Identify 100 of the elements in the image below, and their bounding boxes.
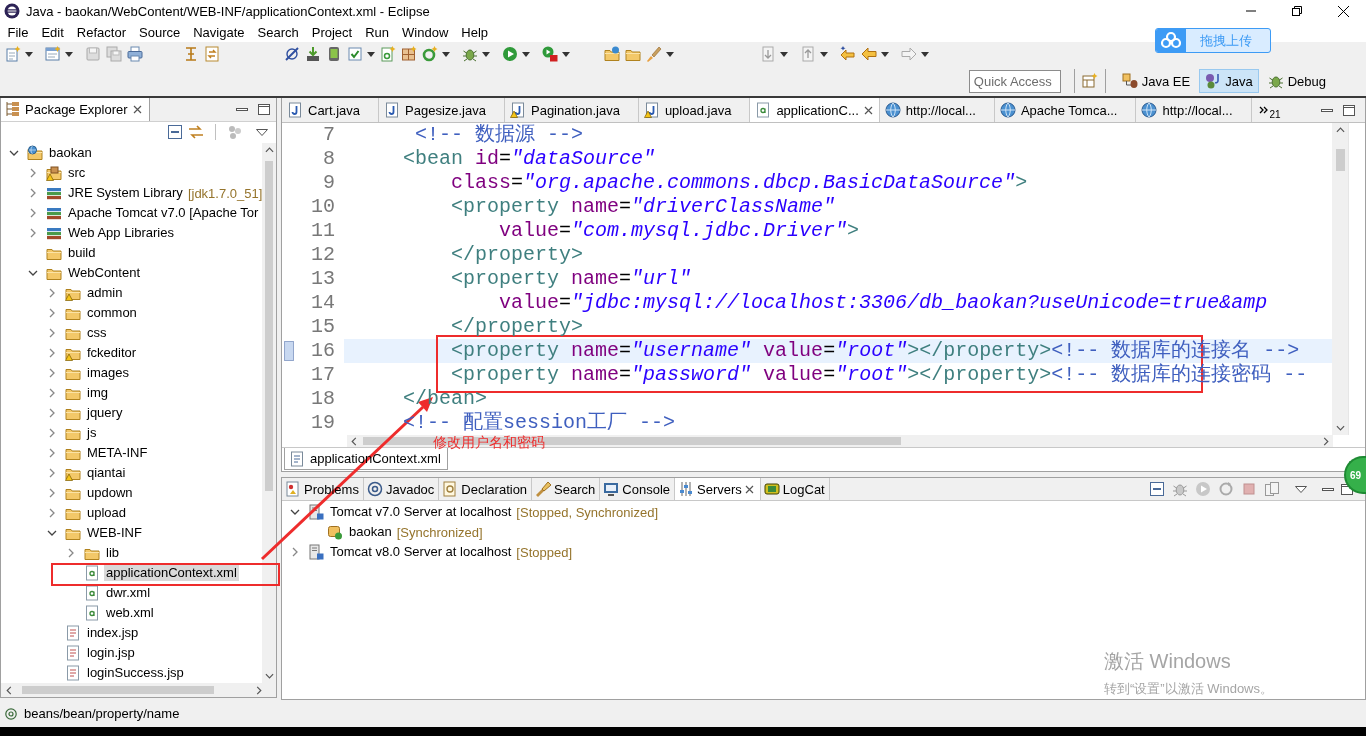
horizontal-scrollbar[interactable] bbox=[347, 435, 1333, 447]
tree-item[interactable]: baokan bbox=[47, 145, 94, 162]
menu-item[interactable]: Navigate bbox=[186, 24, 251, 40]
tree-item[interactable]: fckeditor bbox=[85, 345, 139, 362]
chevron-right-icon[interactable] bbox=[47, 508, 57, 519]
restart-icon[interactable] bbox=[1218, 481, 1234, 497]
view-menu-icon[interactable] bbox=[256, 128, 268, 136]
editor-tab[interactable]: http://local... bbox=[1136, 98, 1252, 122]
chevron-down-icon[interactable] bbox=[264, 673, 274, 680]
menu-item[interactable]: Refactor bbox=[70, 24, 133, 40]
maximize-icon[interactable] bbox=[258, 103, 270, 115]
checkbox-icon[interactable] bbox=[347, 46, 363, 62]
perspective-button[interactable]: Debug bbox=[1261, 69, 1332, 93]
minimize-icon[interactable] bbox=[1322, 487, 1334, 491]
chevron-down-icon[interactable] bbox=[290, 507, 300, 517]
tree-item[interactable]: img bbox=[85, 385, 110, 402]
download-icon[interactable] bbox=[305, 46, 321, 62]
dots-icon[interactable] bbox=[227, 124, 243, 141]
restore-icon[interactable] bbox=[1292, 6, 1302, 16]
tree-item[interactable]: META-INF bbox=[85, 445, 150, 462]
phone-icon[interactable] bbox=[326, 46, 342, 62]
tab-overflow-button[interactable]: 21 bbox=[1254, 98, 1285, 122]
editor-tab[interactable]: Apache Tomca... bbox=[994, 98, 1137, 122]
chevron-left-icon[interactable] bbox=[351, 436, 357, 446]
caret-icon[interactable] bbox=[522, 51, 530, 57]
caret-icon[interactable] bbox=[666, 51, 674, 57]
chevron-right-icon[interactable] bbox=[28, 208, 38, 219]
editor-tab[interactable]: applicationC... bbox=[750, 98, 880, 122]
view-tab[interactable]: Servers bbox=[675, 478, 761, 500]
tree-item[interactable]: common bbox=[85, 305, 139, 322]
chevron-right-icon[interactable] bbox=[28, 168, 38, 179]
menu-item[interactable]: Run bbox=[358, 24, 396, 40]
tree-item[interactable]: WEB-INF bbox=[85, 525, 144, 542]
close-icon[interactable] bbox=[132, 104, 142, 114]
floppy-disks-icon[interactable] bbox=[106, 46, 122, 62]
caret-icon[interactable] bbox=[562, 51, 570, 57]
tree-item[interactable]: WebContent bbox=[66, 265, 143, 282]
caret-icon[interactable] bbox=[25, 51, 33, 57]
vertical-scrollbar[interactable] bbox=[262, 143, 276, 684]
chevron-up-icon[interactable] bbox=[1335, 127, 1345, 133]
tree-item[interactable]: applicationContext.xml bbox=[104, 565, 239, 582]
chevron-right-icon[interactable] bbox=[47, 388, 57, 399]
play-icon[interactable] bbox=[502, 46, 518, 62]
chevron-right-icon[interactable] bbox=[47, 468, 57, 479]
menu-item[interactable]: Window bbox=[395, 24, 455, 40]
chevron-right-icon[interactable] bbox=[47, 428, 57, 439]
chevron-up-icon[interactable] bbox=[264, 147, 274, 154]
chevron-right-icon[interactable] bbox=[47, 408, 57, 419]
caret-icon[interactable] bbox=[482, 51, 490, 57]
minimize-icon[interactable] bbox=[1321, 108, 1333, 112]
arrow-left-icon[interactable] bbox=[861, 46, 877, 62]
tree-item[interactable]: login.jsp bbox=[85, 645, 137, 662]
tree-item[interactable]: css bbox=[85, 325, 109, 342]
caret-icon[interactable] bbox=[820, 51, 828, 57]
server-item[interactable]: Tomcat v8.0 Server at localhost bbox=[328, 544, 514, 560]
grid-icon[interactable] bbox=[401, 46, 417, 62]
scrollbar-thumb[interactable] bbox=[1335, 149, 1345, 171]
menu-item[interactable]: File bbox=[1, 24, 35, 40]
tree-item[interactable]: JRE System Library bbox=[66, 185, 185, 202]
chevron-left-icon[interactable] bbox=[6, 685, 12, 695]
tree-item[interactable]: loginSuccess.jsp bbox=[85, 665, 186, 682]
server-item[interactable]: baokan bbox=[347, 524, 394, 540]
editor-tab[interactable]: Pagesize.java bbox=[379, 98, 505, 122]
crossed-circle-icon[interactable] bbox=[284, 46, 300, 62]
chevron-right-icon[interactable] bbox=[47, 448, 57, 459]
scrollbar-thumb[interactable] bbox=[265, 161, 273, 492]
scrollbar-thumb[interactable] bbox=[22, 686, 214, 695]
stop-icon[interactable] bbox=[1241, 481, 1257, 497]
chevron-right-icon[interactable] bbox=[47, 488, 57, 499]
bracket-icon[interactable] bbox=[183, 46, 199, 62]
chevron-down-icon[interactable] bbox=[1335, 425, 1345, 431]
two-arrows-icon[interactable] bbox=[188, 124, 204, 141]
bug-icon[interactable] bbox=[462, 46, 478, 62]
menu-item[interactable]: Search bbox=[251, 24, 306, 40]
chevron-right-icon[interactable] bbox=[47, 288, 57, 299]
close-icon[interactable] bbox=[863, 105, 873, 115]
menu-item[interactable]: Source bbox=[132, 24, 187, 40]
open-perspective-icon[interactable] bbox=[1081, 73, 1098, 89]
tree-item[interactable]: lib bbox=[104, 545, 121, 562]
view-tab[interactable]: Javadoc bbox=[363, 478, 440, 500]
collapse-all-icon[interactable] bbox=[167, 124, 183, 141]
caret-icon[interactable] bbox=[921, 51, 929, 57]
tree-item[interactable]: Web App Libraries bbox=[66, 225, 176, 242]
horizontal-scrollbar[interactable] bbox=[1, 683, 276, 697]
menu-item[interactable]: Edit bbox=[34, 24, 71, 40]
publish-icon[interactable] bbox=[1264, 481, 1280, 497]
perspective-button[interactable]: Java bbox=[1199, 69, 1259, 93]
view-menu-icon[interactable] bbox=[1295, 485, 1307, 493]
chevron-right-icon[interactable] bbox=[47, 348, 57, 359]
tree-item[interactable]: src bbox=[66, 165, 88, 182]
tree-item[interactable]: index.jsp bbox=[85, 625, 141, 642]
tree-item[interactable]: dwr.xml bbox=[104, 585, 153, 602]
chevron-right-icon[interactable] bbox=[66, 548, 76, 559]
caret-icon[interactable] bbox=[367, 51, 375, 57]
vertical-scrollbar[interactable] bbox=[1332, 123, 1348, 435]
chevron-right-icon[interactable] bbox=[28, 188, 38, 199]
tree-item[interactable]: build bbox=[66, 245, 98, 262]
chevron-right-icon[interactable] bbox=[28, 228, 38, 239]
tree-item[interactable]: web.xml bbox=[104, 605, 156, 622]
maximize-icon[interactable] bbox=[1343, 104, 1355, 116]
